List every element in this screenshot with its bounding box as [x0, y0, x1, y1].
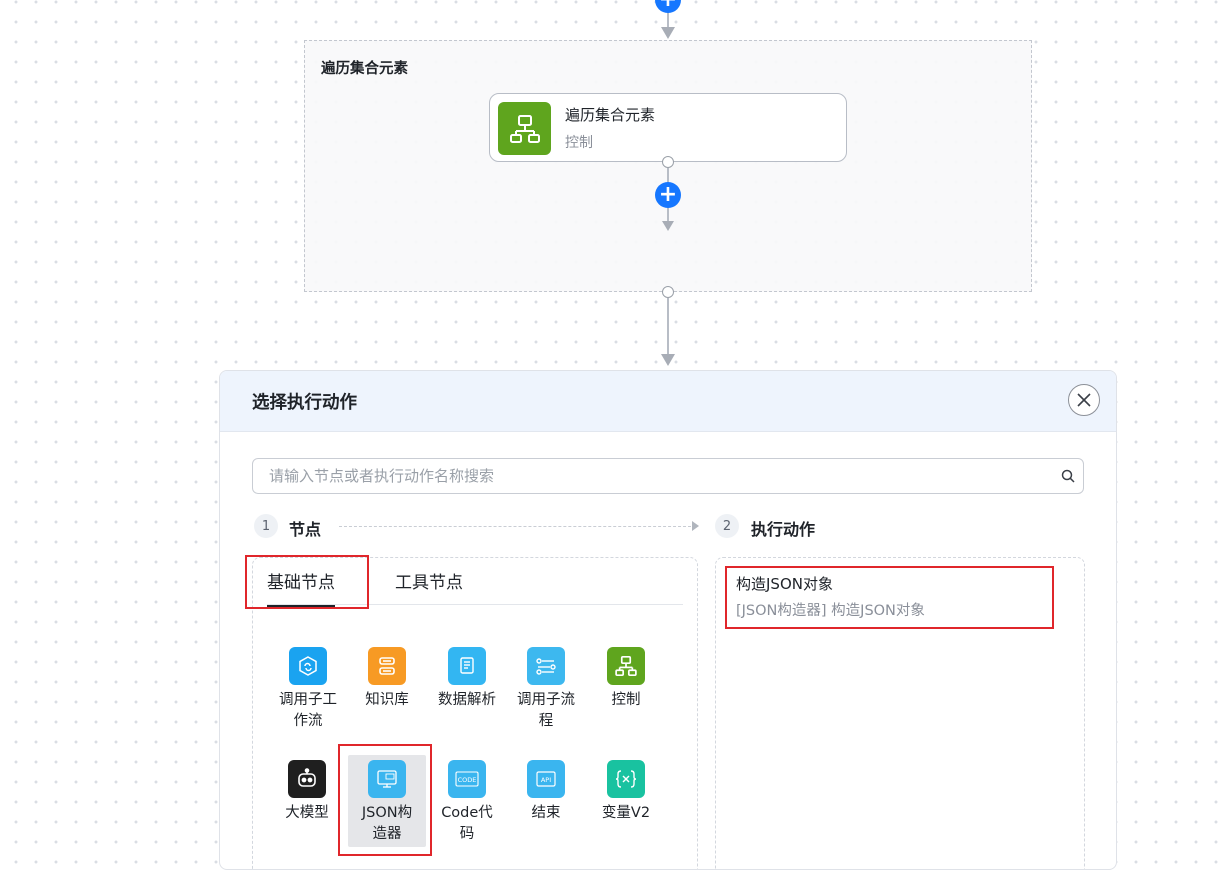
- node-item-knowledge-base[interactable]: 知识库: [351, 647, 423, 711]
- node-label: 控制: [611, 692, 641, 708]
- search-icon[interactable]: [1053, 469, 1083, 483]
- close-icon: [1077, 393, 1091, 407]
- node-title: 遍历集合元素: [565, 106, 656, 124]
- node-item-sub-workflow[interactable]: 调用子工 作流: [272, 647, 344, 732]
- node-label: Code代: [441, 805, 493, 821]
- svg-text:CODE: CODE: [458, 776, 477, 784]
- search-input[interactable]: [253, 459, 1053, 493]
- control-icon: [607, 647, 645, 685]
- panel-title: 选择执行动作: [252, 393, 357, 413]
- step-divider: [339, 526, 691, 527]
- step-2-label: 执行动作: [751, 520, 816, 539]
- node-label: 数据解析: [438, 692, 496, 708]
- node-label: 调用子工: [279, 692, 337, 708]
- code-icon: CODE: [448, 760, 486, 798]
- node-item-sub-process[interactable]: 调用子流 程: [510, 647, 582, 732]
- node-item-code[interactable]: CODE Code代 码: [431, 760, 503, 845]
- step-2-number: 2: [715, 514, 739, 538]
- annotation-box-action: [725, 566, 1054, 629]
- node-label: 码: [459, 826, 475, 842]
- robot-icon: [288, 760, 326, 798]
- tab-tool-nodes[interactable]: 工具节点: [395, 568, 463, 593]
- plus-icon: +: [659, 0, 677, 11]
- node-label: 作流: [293, 713, 323, 729]
- node-label: 调用子流: [517, 692, 575, 708]
- search-box: [252, 458, 1084, 494]
- api-icon: API: [527, 760, 565, 798]
- node-item-end[interactable]: API 结束: [510, 760, 582, 824]
- annotation-box-json-node: [338, 744, 432, 856]
- loop-output-port[interactable]: [662, 286, 674, 298]
- loop-node-card[interactable]: 遍历集合元素 控制: [489, 93, 847, 162]
- node-item-llm[interactable]: 大模型: [271, 760, 343, 824]
- database-icon: [368, 647, 406, 685]
- node-label: 知识库: [365, 692, 409, 708]
- node-label: 大模型: [285, 805, 329, 821]
- data-parse-icon: [448, 647, 486, 685]
- node-label: 结束: [531, 805, 561, 821]
- node-label: 程: [538, 713, 554, 729]
- top-add-node-button[interactable]: +: [655, 0, 681, 13]
- panel-header: 选择执行动作: [220, 371, 1116, 432]
- close-button[interactable]: [1068, 384, 1100, 416]
- bottom-connector-line: [667, 298, 669, 356]
- node-item-variable-v2[interactable]: 变量V2: [590, 760, 662, 824]
- inner-arrow-icon: [662, 221, 674, 231]
- annotation-box-basic-tab: [245, 555, 369, 609]
- step-1-label: 节点: [289, 520, 322, 539]
- svg-text:API: API: [541, 776, 551, 784]
- inner-add-node-button[interactable]: +: [655, 182, 681, 208]
- top-arrow-icon: [661, 27, 675, 39]
- bottom-arrow-icon: [661, 354, 675, 366]
- node-label: 变量V2: [601, 805, 651, 821]
- control-icon: [498, 102, 551, 155]
- step-arrow-icon: [692, 521, 699, 531]
- step-1-number: 1: [254, 514, 278, 538]
- loop-container-title: 遍历集合元素: [321, 61, 408, 77]
- node-item-data-parse[interactable]: 数据解析: [431, 647, 503, 711]
- node-item-control[interactable]: 控制: [590, 647, 662, 711]
- node-subtitle: 控制: [565, 135, 593, 151]
- node-output-port[interactable]: [662, 156, 674, 168]
- plus-icon: +: [658, 182, 678, 207]
- workflow-icon: [289, 647, 327, 685]
- subprocess-icon: [527, 647, 565, 685]
- variable-icon: [607, 760, 645, 798]
